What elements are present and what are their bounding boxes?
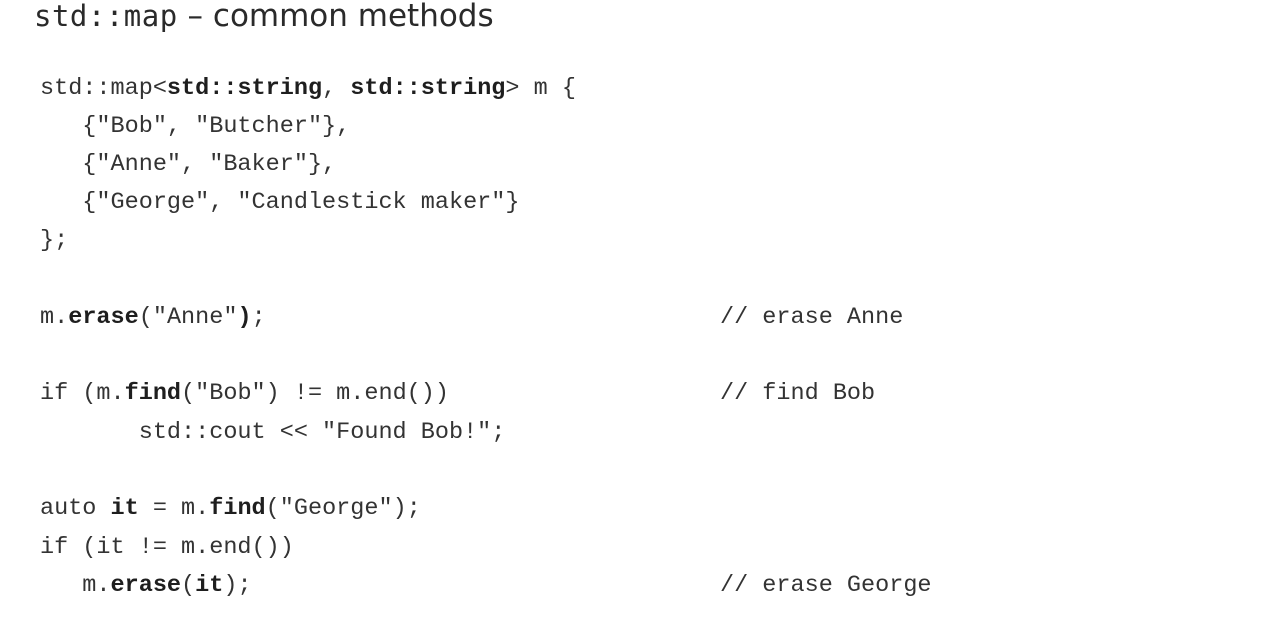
code-auto-mid: = m. <box>138 495 210 522</box>
slide-title: std::map – common methods <box>34 0 494 38</box>
code-find-bob-method: find <box>124 380 182 407</box>
code-erase-anne-prefix: m. <box>40 304 69 331</box>
comment-find-bob: // find Bob <box>720 380 876 407</box>
comment-erase-george: // erase George <box>720 572 932 599</box>
code-line-cout-bob: std::cout << "Found Bob!"; <box>40 419 506 446</box>
code-find-bob-suffix: ("Bob") != m.end()) <box>181 380 449 407</box>
code-decl-suffix: > m { <box>505 75 576 102</box>
code-erase-it-open: ( <box>181 572 196 599</box>
code-erase-it-prefix: m. <box>40 572 111 599</box>
code-auto-suffix: ("George"); <box>265 495 421 522</box>
slide-title-text: – common methods <box>177 0 494 34</box>
comment-erase-anne: // erase Anne <box>720 304 904 331</box>
code-decl-type2: std::string <box>350 75 506 102</box>
code-decl-prefix: std::map< <box>40 75 167 102</box>
code-line-auto-it: auto it = m.find("George"); <box>40 490 421 528</box>
code-erase-it-method: erase <box>110 572 182 599</box>
code-line-entry-george: {"George", "Candlestick maker"} <box>40 189 520 216</box>
slide-title-code: std::map <box>34 0 178 33</box>
code-line-entry-anne: {"Anne", "Baker"}, <box>40 151 337 178</box>
code-erase-anne-args: ("Anne" <box>138 304 238 331</box>
code-line-erase-it: m.erase(it); <box>40 567 252 605</box>
code-erase-it-suffix: ); <box>223 572 252 599</box>
code-line-entry-bob: {"Bob", "Butcher"}, <box>40 113 351 140</box>
code-find-bob-prefix: if (m. <box>40 380 125 407</box>
code-erase-anne-suffix: ; <box>251 304 266 331</box>
code-erase-anne-method: erase <box>68 304 139 331</box>
code-line-erase-anne: m.erase("Anne"); <box>40 299 266 337</box>
code-erase-it-var: it <box>195 572 224 599</box>
code-auto-keyword: auto <box>40 495 111 522</box>
code-decl-type1: std::string <box>166 75 323 102</box>
code-line-close-brace: }; <box>40 227 69 254</box>
code-auto-var: it <box>110 495 139 522</box>
code-auto-method: find <box>209 495 266 522</box>
code-line-find-bob: if (m.find("Bob") != m.end()) <box>40 375 449 413</box>
code-decl-separator: , <box>322 75 351 102</box>
code-line-map-declaration: std::map<std::string, std::string> m { <box>40 70 576 108</box>
code-line-if-it: if (it != m.end()) <box>40 534 294 561</box>
code-erase-anne-paren: ) <box>237 304 252 331</box>
slide: std::map – common methods std::map<std::… <box>0 0 1276 624</box>
